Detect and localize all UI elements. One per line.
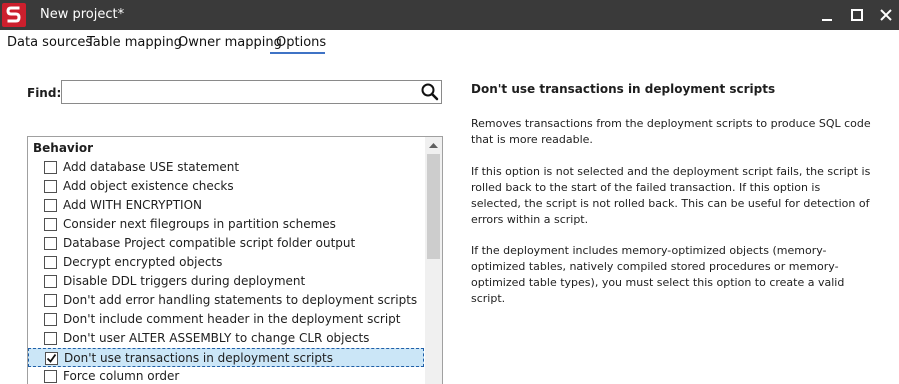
option-row[interactable]: Database Project compatible script folde… bbox=[28, 234, 424, 253]
option-label: Don't include comment header in the depl… bbox=[63, 312, 401, 326]
tab-table-mapping[interactable]: Table mapping bbox=[87, 35, 182, 50]
tab-options[interactable]: Options bbox=[276, 35, 326, 50]
option-label: Don't user ALTER ASSEMBLY to change CLR … bbox=[63, 331, 370, 345]
option-row[interactable]: Add WITH ENCRYPTION bbox=[28, 196, 424, 215]
option-label: Force column order bbox=[63, 369, 180, 383]
close-button[interactable] bbox=[871, 0, 899, 30]
checkbox[interactable] bbox=[44, 161, 57, 174]
tab-owner-mapping[interactable]: Owner mapping bbox=[178, 35, 282, 50]
option-label: Add WITH ENCRYPTION bbox=[63, 198, 202, 212]
checkbox[interactable] bbox=[44, 180, 57, 193]
option-row[interactable]: Force column order bbox=[28, 367, 424, 384]
tab-bar: Data sources Table mapping Owner mapping… bbox=[0, 30, 899, 56]
checkbox[interactable] bbox=[44, 332, 57, 345]
search-icon[interactable] bbox=[420, 83, 440, 101]
option-row[interactable]: Don't include comment header in the depl… bbox=[28, 310, 424, 329]
option-label: Don't use transactions in deployment scr… bbox=[64, 351, 333, 365]
option-label: Disable DDL triggers during deployment bbox=[63, 274, 306, 288]
option-row[interactable]: Add object existence checks bbox=[28, 177, 424, 196]
title-bar: New project* bbox=[0, 0, 899, 30]
find-field[interactable] bbox=[61, 80, 442, 104]
checkbox[interactable] bbox=[44, 275, 57, 288]
option-label: Database Project compatible script folde… bbox=[63, 236, 356, 250]
description-paragraph-1: Removes transactions from the deployment… bbox=[471, 117, 871, 146]
minimize-button[interactable] bbox=[812, 0, 842, 30]
description-paragraph-2: If this option is not selected and the d… bbox=[471, 165, 871, 226]
checkbox[interactable] bbox=[44, 256, 57, 269]
option-row[interactable]: Don't add error handling statements to d… bbox=[28, 291, 424, 310]
maximize-button[interactable] bbox=[842, 0, 872, 30]
option-label: Add database USE statement bbox=[63, 160, 240, 174]
checkbox[interactable] bbox=[44, 294, 57, 307]
checkbox[interactable] bbox=[44, 370, 57, 383]
description-paragraph-3: If the deployment includes memory-optimi… bbox=[471, 244, 845, 305]
scroll-up-arrow-icon[interactable] bbox=[425, 137, 442, 154]
description-title: Don't use transactions in deployment scr… bbox=[471, 82, 776, 96]
option-label: Add object existence checks bbox=[63, 179, 234, 193]
checkbox[interactable] bbox=[44, 199, 57, 212]
option-row[interactable]: Consider next filegroups in partition sc… bbox=[28, 215, 424, 234]
option-row[interactable]: Add database USE statement bbox=[28, 158, 424, 177]
checkbox-checked[interactable] bbox=[45, 352, 58, 365]
tab-data-sources[interactable]: Data sources bbox=[7, 35, 92, 50]
scrollbar-thumb[interactable] bbox=[427, 154, 440, 259]
option-label: Decrypt encrypted objects bbox=[63, 255, 223, 269]
checkbox[interactable] bbox=[44, 313, 57, 326]
checkbox[interactable] bbox=[44, 218, 57, 231]
find-label: Find: bbox=[27, 86, 62, 100]
find-input[interactable] bbox=[66, 84, 406, 100]
group-header-behavior: Behavior bbox=[33, 141, 94, 155]
window-title: New project* bbox=[40, 7, 125, 22]
option-row[interactable]: Don't user ALTER ASSEMBLY to change CLR … bbox=[28, 329, 424, 348]
checkbox[interactable] bbox=[44, 237, 57, 250]
option-label: Don't add error handling statements to d… bbox=[63, 293, 418, 307]
options-list[interactable]: Behavior Add database USE statement Add o… bbox=[27, 136, 443, 384]
checkmark-icon bbox=[46, 353, 57, 363]
app-logo-icon bbox=[2, 3, 26, 27]
option-row[interactable]: Decrypt encrypted objects bbox=[28, 253, 424, 272]
option-row[interactable]: Don't use transactions in deployment scr… bbox=[28, 348, 424, 367]
active-tab-indicator bbox=[270, 52, 325, 54]
option-row[interactable]: Disable DDL triggers during deployment bbox=[28, 272, 424, 291]
option-label: Consider next filegroups in partition sc… bbox=[63, 217, 336, 231]
vertical-scrollbar[interactable] bbox=[425, 137, 442, 384]
